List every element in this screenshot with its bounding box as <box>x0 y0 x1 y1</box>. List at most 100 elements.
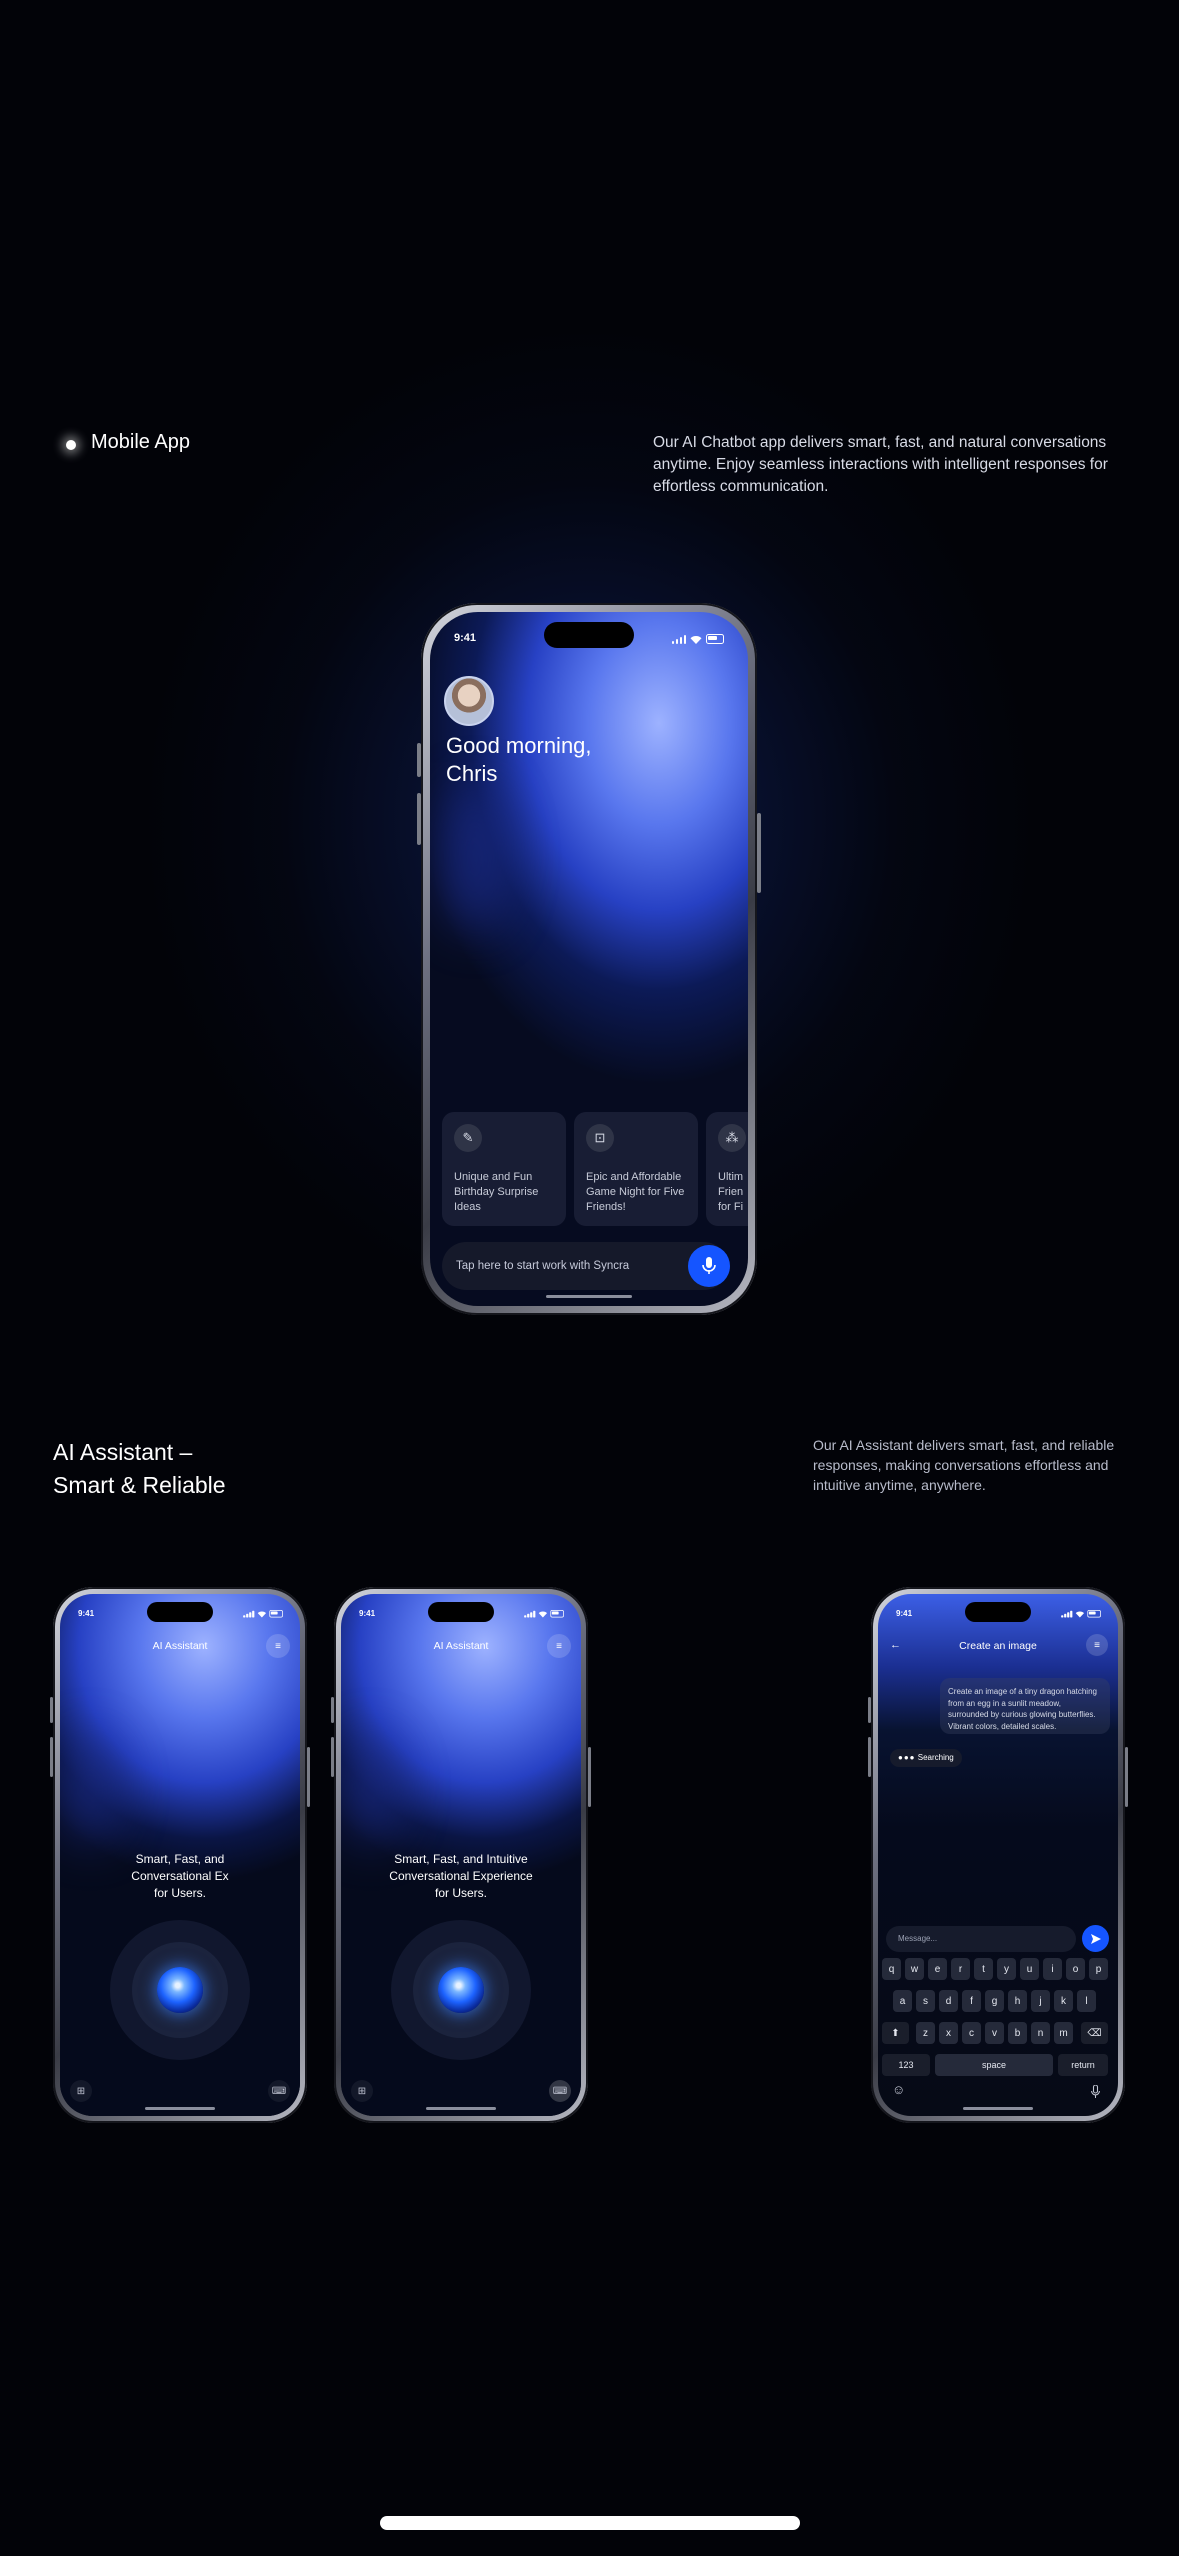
key[interactable]: q <box>882 1958 901 1980</box>
return-key[interactable]: return <box>1058 2054 1108 2076</box>
page-home-indicator <box>380 2516 800 2530</box>
card-text: Ultim Frien for Fi <box>718 1171 744 1213</box>
section-title-line-1: AI Assistant – <box>53 1439 193 1465</box>
key[interactable]: z <box>916 2022 935 2044</box>
assistant-phone-2: 9:41 AI Assistant ≡ Smart, Fast, and Int… <box>331 1587 591 2123</box>
key[interactable]: o <box>1066 1958 1085 1980</box>
voice-orb-button[interactable] <box>438 1967 484 2013</box>
numbers-key[interactable]: 123 <box>882 2054 930 2076</box>
voice-orb-button[interactable] <box>157 1967 203 2013</box>
section-description: Our AI Chatbot app delivers smart, fast,… <box>653 434 1108 495</box>
suggestion-cards: ✎ Unique and Fun Birthday Surprise Ideas… <box>442 1112 748 1232</box>
grid-icon[interactable]: ⊞ <box>351 2080 373 2102</box>
keyboard-icon[interactable]: ⌨ <box>549 2080 571 2102</box>
keyboard: q w e r t y u i o p a s d f g h j k l ⬆ … <box>878 1958 1118 2116</box>
key[interactable]: s <box>916 1990 935 2012</box>
key[interactable]: g <box>985 1990 1004 2012</box>
wifi-icon <box>537 1611 547 1618</box>
key[interactable]: m <box>1054 2022 1073 2044</box>
tagline-line: for Users. <box>434 1886 487 1900</box>
key[interactable]: n <box>1031 2022 1050 2044</box>
status-time: 9:41 <box>896 1609 913 1618</box>
user-message: Create an image of a tiny dragon hatchin… <box>940 1678 1110 1734</box>
signal-icon <box>523 1610 535 1618</box>
signal-icon <box>242 1610 254 1618</box>
key[interactable]: y <box>997 1958 1016 1980</box>
key[interactable]: d <box>939 1990 958 2012</box>
screen-title: AI Assistant <box>433 1640 489 1652</box>
card-text: Epic and Affordable Game Night for Five … <box>586 1171 685 1213</box>
key[interactable]: j <box>1031 1990 1050 2012</box>
status-icons <box>242 1610 282 1618</box>
key[interactable]: l <box>1077 1990 1096 2012</box>
space-key[interactable]: space <box>935 2054 1053 2076</box>
menu-icon[interactable]: ≡ <box>1086 1634 1108 1656</box>
key[interactable]: e <box>928 1958 947 1980</box>
key[interactable]: r <box>951 1958 970 1980</box>
signal-icon <box>671 635 686 644</box>
screen-title: Create an image <box>959 1640 1037 1652</box>
greeting-line-1: Good morning, <box>446 733 592 758</box>
key[interactable]: p <box>1089 1958 1108 1980</box>
tagline-line: Smart, Fast, and <box>135 1852 225 1866</box>
card-text: Unique and Fun Birthday Surprise Ideas <box>454 1171 539 1213</box>
assistant-screen: 9:41 AI Assistant ≡ Smart, Fast, and Con… <box>60 1594 300 2116</box>
grid-icon[interactable]: ⊞ <box>70 2080 92 2102</box>
dynamic-island <box>965 1602 1031 1622</box>
battery-icon <box>1086 1610 1100 1618</box>
status-text: Searching <box>917 1753 954 1762</box>
key[interactable]: k <box>1054 1990 1073 2012</box>
suggestion-card[interactable]: ⁂ Ultim Frien for Fi <box>706 1112 748 1226</box>
battery-icon <box>268 1610 282 1618</box>
key[interactable]: w <box>905 1958 924 1980</box>
delete-key[interactable]: ⌫ <box>1081 2022 1108 2044</box>
searching-status: ●●● Searching <box>890 1749 962 1767</box>
tagline: Smart, Fast, and Intuitive Conversationa… <box>341 1851 581 1902</box>
key[interactable]: c <box>962 2022 981 2044</box>
menu-icon[interactable]: ≡ <box>547 1634 571 1658</box>
menu-icon[interactable]: ≡ <box>266 1634 290 1658</box>
tagline: Smart, Fast, and Conversational Ex for U… <box>60 1851 300 1902</box>
prompt-input[interactable]: Tap here to start work with Syncra <box>442 1242 728 1290</box>
suggestion-card[interactable]: ⊡ Epic and Affordable Game Night for Fiv… <box>574 1112 698 1226</box>
key[interactable]: b <box>1008 2022 1027 2044</box>
dictation-mic-icon[interactable] <box>1091 2085 1100 2098</box>
key[interactable]: i <box>1043 1958 1062 1980</box>
shift-key[interactable]: ⬆ <box>882 2022 909 2044</box>
screen-title: AI Assistant <box>152 1640 208 1652</box>
status-time: 9:41 <box>78 1609 95 1618</box>
wifi-icon <box>1074 1611 1084 1618</box>
message-input[interactable]: Message... <box>886 1926 1076 1952</box>
status-icons <box>1060 1610 1100 1618</box>
tagline-line: Conversational Ex <box>131 1869 229 1883</box>
keyboard-icon[interactable]: ⌨ <box>268 2080 290 2102</box>
tagline-line: Smart, Fast, and Intuitive <box>394 1852 528 1866</box>
section-label: Mobile App <box>91 431 190 453</box>
dynamic-island <box>544 622 634 648</box>
tagline-line: for Users. <box>153 1886 206 1900</box>
signal-icon <box>1060 1610 1072 1618</box>
key[interactable]: t <box>974 1958 993 1980</box>
home-indicator <box>546 1295 632 1298</box>
emoji-icon[interactable]: ☺ <box>892 2082 905 2097</box>
key[interactable]: f <box>962 1990 981 2012</box>
key[interactable]: x <box>939 2022 958 2044</box>
avatar[interactable] <box>444 676 494 726</box>
main-screen: 9:41 Good morning, Chris ✎ Unique and Fu… <box>430 612 748 1306</box>
game-icon: ⊡ <box>586 1124 614 1152</box>
assistant-phone-1: 9:41 AI Assistant ≡ Smart, Fast, and Con… <box>50 1587 310 2123</box>
suggestion-card[interactable]: ✎ Unique and Fun Birthday Surprise Ideas <box>442 1112 566 1226</box>
mic-button[interactable] <box>688 1245 730 1287</box>
key[interactable]: a <box>893 1990 912 2012</box>
group-icon: ⁂ <box>718 1124 746 1152</box>
key[interactable]: u <box>1020 1958 1039 1980</box>
status-time: 9:41 <box>454 632 477 644</box>
tagline-line: Conversational Experience <box>389 1869 533 1883</box>
home-indicator <box>426 2107 496 2110</box>
status-time: 9:41 <box>359 1609 376 1618</box>
send-button[interactable] <box>1082 1925 1109 1952</box>
status-icons <box>523 1610 563 1618</box>
key[interactable]: h <box>1008 1990 1027 2012</box>
key[interactable]: v <box>985 2022 1004 2044</box>
typing-dots-icon: ●●● <box>898 1753 916 1762</box>
